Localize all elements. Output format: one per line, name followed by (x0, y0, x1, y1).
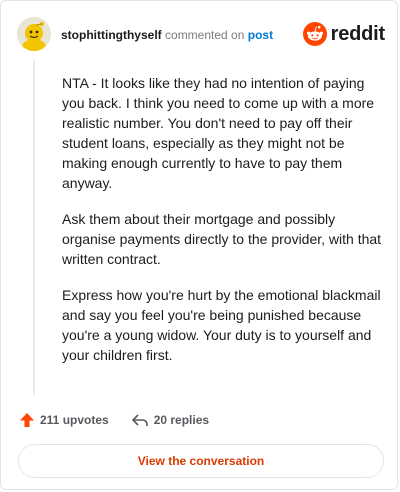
upvote-stat[interactable]: 211 upvotes (19, 412, 109, 428)
comment-meta: stophittingthyself commented on post (61, 27, 273, 43)
reply-stat[interactable]: 20 replies (131, 412, 209, 428)
comment-paragraph: NTA - It looks like they had no intentio… (62, 75, 375, 191)
view-conversation-button[interactable]: View the conversation (18, 444, 384, 478)
username[interactable]: stophittingthyself (61, 28, 162, 42)
upvote-count: 211 upvotes (40, 413, 109, 427)
thread-line (33, 59, 35, 395)
comment-header: stophittingthyself commented on post red… (17, 17, 385, 51)
reply-arrow-icon (131, 414, 148, 426)
action-text: commented on (165, 28, 245, 42)
snoo-avatar-icon (17, 17, 51, 51)
brand-name: reddit (330, 22, 386, 45)
reddit-logo-icon (302, 22, 327, 46)
comment-stats: 211 upvotes 20 replies (19, 409, 209, 431)
reddit-brand[interactable]: reddit (302, 21, 386, 47)
upvote-arrow-icon (20, 413, 34, 427)
post-link[interactable]: post (248, 28, 273, 42)
comment-paragraph: Express how you're hurt by the emotional… (62, 287, 381, 363)
reply-count: 20 replies (153, 413, 210, 427)
comment-body: NTA - It looks like they had no intentio… (62, 73, 382, 381)
comment-card: stophittingthyself commented on post red… (0, 0, 398, 490)
user-avatar[interactable] (17, 17, 51, 51)
comment-paragraph: Ask them about their mortgage and possib… (62, 211, 382, 267)
